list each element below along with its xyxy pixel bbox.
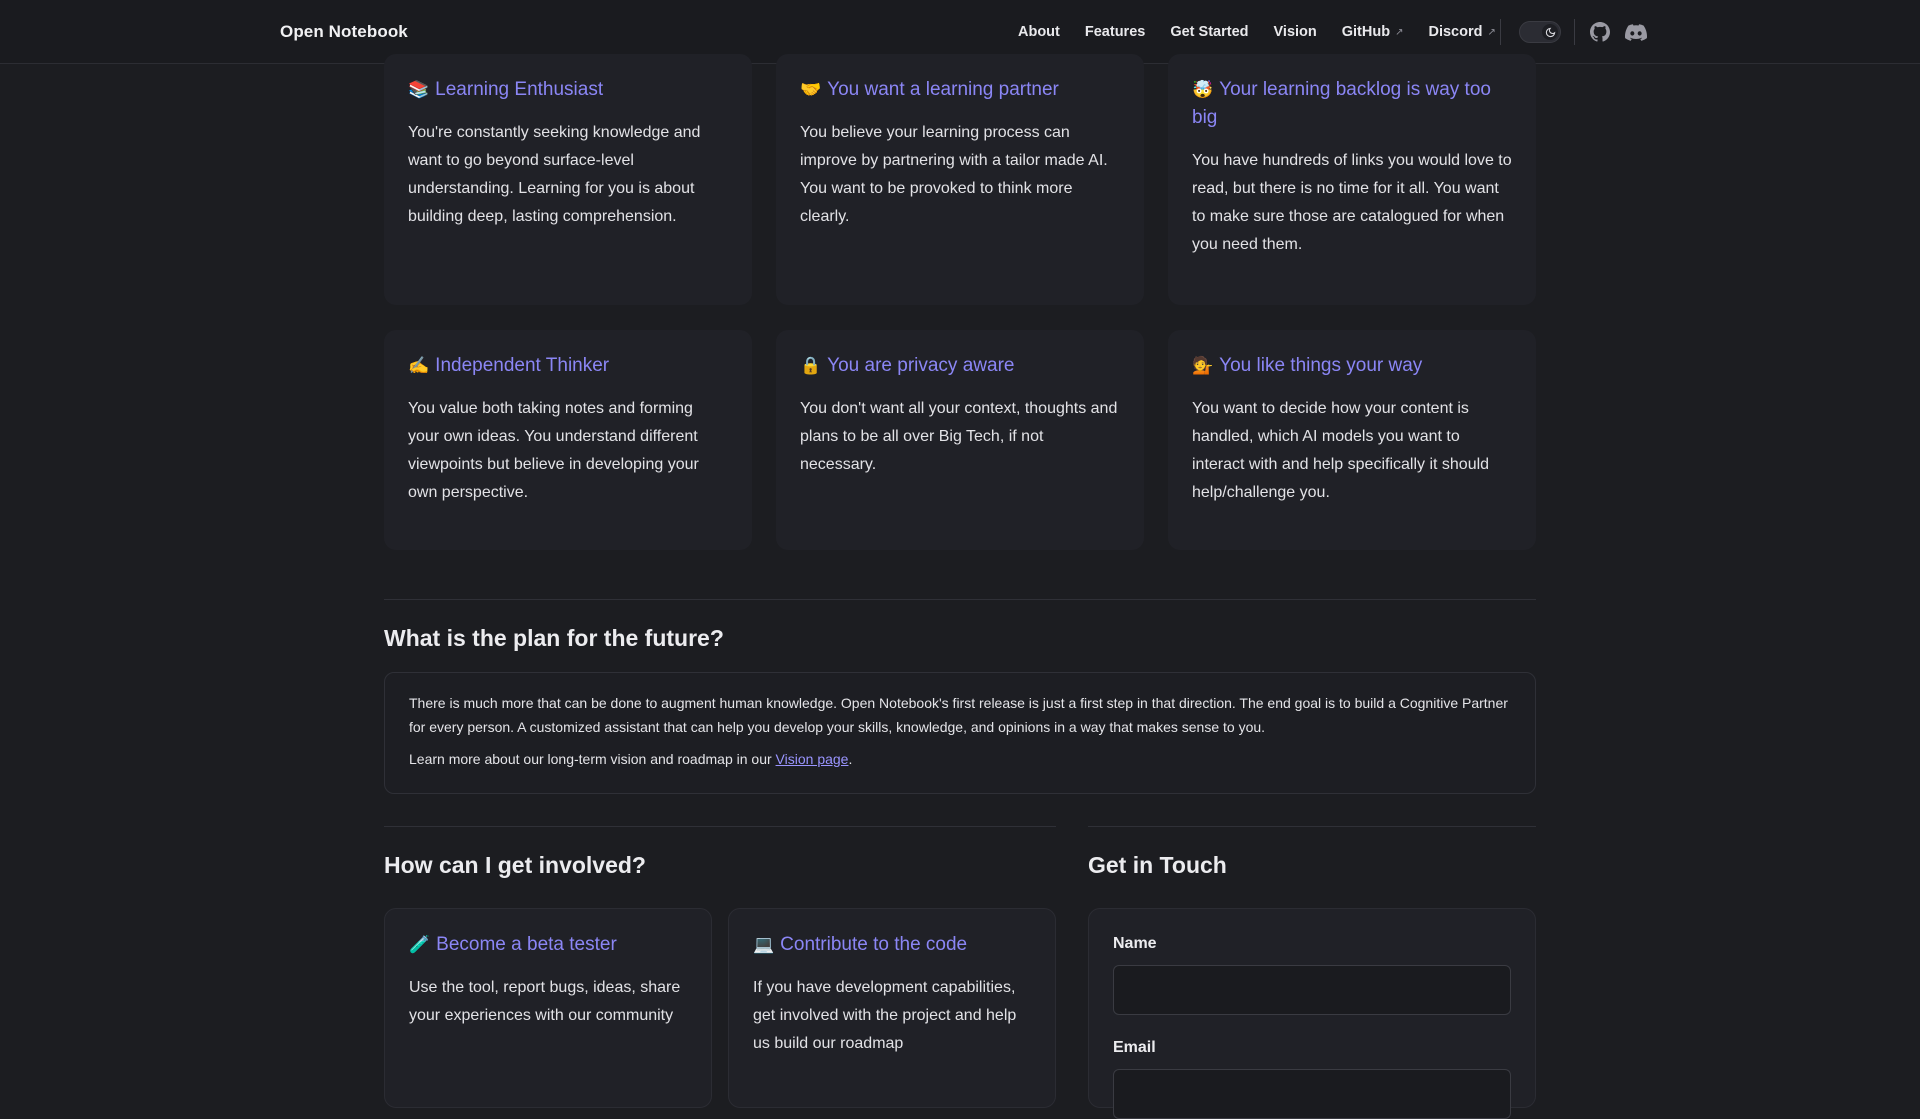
- nav-discord-label: Discord: [1428, 24, 1483, 40]
- persona-title-text: Your learning backlog is way too big: [1192, 79, 1491, 128]
- persona-card: ✍️ Independent Thinker You value both tak…: [384, 330, 752, 550]
- theme-toggle[interactable]: [1519, 21, 1561, 43]
- handshake-icon: 🤝: [800, 80, 822, 99]
- nav-features-label: Features: [1084, 24, 1146, 40]
- github-icon[interactable]: [1589, 21, 1611, 43]
- nav-vision[interactable]: Vision: [1274, 24, 1317, 40]
- vision-prefix: Learn more about our long-term vision an…: [409, 751, 776, 767]
- persona-card: 🔒 You are privacy aware You don't want al…: [776, 330, 1144, 550]
- involvement-card: 🧪 Become a beta tester Use the tool, repo…: [384, 908, 712, 1108]
- persona-title-text: You want a learning partner: [827, 79, 1059, 100]
- nav-vision-label: Vision: [1273, 24, 1317, 40]
- name-input[interactable]: [1113, 965, 1511, 1015]
- persona-card: 📚 Learning Enthusiast You're constantly s…: [384, 54, 752, 305]
- laptop-icon: 💻: [753, 935, 775, 954]
- persona-card-text: You believe your learning process can im…: [800, 124, 1108, 225]
- external-link-icon: ↗: [1487, 26, 1496, 38]
- email-input[interactable]: [1113, 1069, 1511, 1119]
- vision-paragraph: Learn more about our long-term vision an…: [409, 747, 1511, 771]
- persona-card-title: 🤝 You want a learning partner: [800, 76, 1120, 104]
- persona-title-text: You like things your way: [1219, 355, 1423, 376]
- involvement-title-text: Contribute to the code: [780, 934, 968, 955]
- persona-title-text: Learning Enthusiast: [435, 79, 604, 100]
- involvement-card-title: 💻 Contribute to the code: [753, 931, 1031, 959]
- contact-form: Name Email: [1088, 908, 1536, 1119]
- nav-github[interactable]: GitHub ↗: [1342, 24, 1404, 40]
- persona-card-text: You're constantly seeking knowledge and …: [408, 124, 701, 225]
- involvement-card-text: Use the tool, report bugs, ideas, share …: [409, 979, 681, 1024]
- nav-divider: [1500, 19, 1501, 45]
- persona-card: 🤯 Your learning backlog is way too big Yo…: [1168, 54, 1536, 305]
- nav-get-started[interactable]: Get Started: [1170, 24, 1248, 40]
- persona-card-text: You value both taking notes and forming …: [408, 400, 699, 501]
- lock-icon: 🔒: [800, 356, 822, 375]
- nav-get-started-label: Get Started: [1170, 24, 1249, 40]
- plan-box: There is much more that can be done to a…: [384, 672, 1536, 794]
- nav-github-label: GitHub: [1341, 24, 1391, 40]
- involvement-card-text: If you have development capabilities, ge…: [753, 979, 1017, 1052]
- contact-heading: Get in Touch: [1088, 852, 1227, 878]
- section-divider: [384, 599, 1536, 600]
- persona-card-text: You don't want all your context, thought…: [800, 400, 1118, 473]
- email-label: Email: [1113, 1039, 1156, 1056]
- vision-suffix: .: [848, 751, 853, 767]
- exploding-head-icon: 🤯: [1192, 80, 1214, 99]
- persona-card: 💁 You like things your way You want to de…: [1168, 330, 1536, 550]
- involvement-title-text: Become a beta tester: [436, 934, 617, 955]
- involvement-card: 💻 Contribute to the code If you have deve…: [728, 908, 1056, 1108]
- persona-card-title: 🤯 Your learning backlog is way too big: [1192, 76, 1512, 132]
- discord-icon[interactable]: [1625, 21, 1647, 43]
- vision-page-link[interactable]: Vision page: [776, 751, 849, 767]
- person-tipping-hand-icon: 💁: [1192, 356, 1214, 375]
- nav-features[interactable]: Features: [1085, 24, 1145, 40]
- brand-logo[interactable]: Open Notebook: [280, 0, 408, 64]
- persona-card: 🤝 You want a learning partner You believe…: [776, 54, 1144, 305]
- nav-about-label: About: [1018, 24, 1060, 40]
- persona-card-title: 📚 Learning Enthusiast: [408, 76, 728, 104]
- persona-title-text: Independent Thinker: [435, 355, 610, 376]
- involvement-card-title: 🧪 Become a beta tester: [409, 931, 687, 959]
- persona-title-text: You are privacy aware: [827, 355, 1015, 376]
- persona-card-text: You want to decide how your content is h…: [1192, 400, 1490, 501]
- books-icon: 📚: [408, 80, 430, 99]
- writing-hand-icon: ✍️: [408, 356, 430, 375]
- persona-card-title: 💁 You like things your way: [1192, 352, 1512, 380]
- persona-card-title: ✍️ Independent Thinker: [408, 352, 728, 380]
- name-label: Name: [1113, 935, 1157, 952]
- nav-divider: [1574, 19, 1575, 45]
- name-field-group: Name: [1113, 935, 1511, 1015]
- section-divider: [384, 826, 1056, 827]
- section-divider: [1088, 826, 1536, 827]
- email-field-group: Email: [1113, 1039, 1511, 1119]
- persona-card-text: You have hundreds of links you would lov…: [1192, 152, 1512, 253]
- nav-about[interactable]: About: [1018, 24, 1060, 40]
- involved-heading: How can I get involved?: [384, 852, 646, 878]
- plan-paragraph: There is much more that can be done to a…: [409, 695, 1508, 735]
- moon-icon: [1542, 24, 1558, 40]
- external-link-icon: ↗: [1395, 26, 1404, 38]
- plan-heading: What is the plan for the future?: [384, 625, 724, 651]
- persona-card-title: 🔒 You are privacy aware: [800, 352, 1120, 380]
- test-tube-icon: 🧪: [409, 935, 431, 954]
- nav-discord[interactable]: Discord ↗: [1428, 24, 1495, 40]
